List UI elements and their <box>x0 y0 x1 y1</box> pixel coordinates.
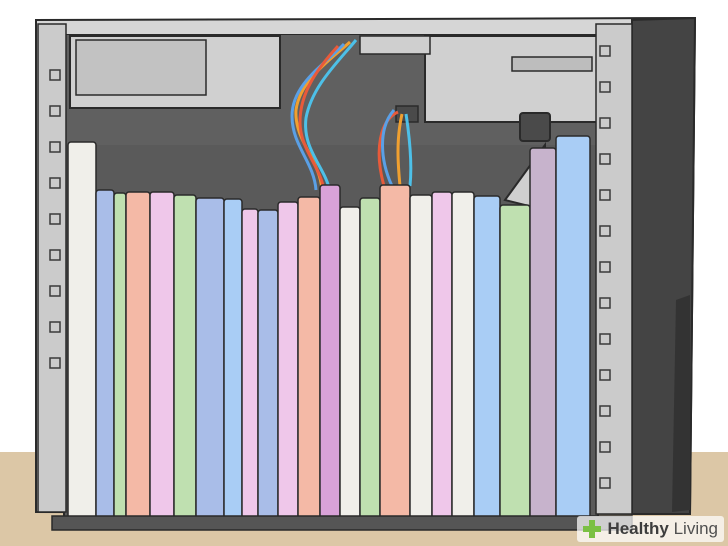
book-spine <box>195 197 225 519</box>
case-bottom-lip <box>51 515 633 531</box>
book-spine <box>125 191 151 519</box>
left-rail <box>37 23 67 513</box>
watermark-brand-light: Living <box>668 519 718 538</box>
book-spine <box>67 141 97 519</box>
book-spine <box>173 194 197 519</box>
book-spine <box>319 184 341 519</box>
book-spine <box>339 206 361 519</box>
power-supply-slot <box>511 56 593 72</box>
power-supply <box>424 35 598 123</box>
book-spine <box>277 201 299 519</box>
watermark-brand-bold: Healthy <box>607 519 669 538</box>
power-connector <box>519 112 551 142</box>
book-spine <box>499 204 531 519</box>
book-spine <box>473 195 501 519</box>
book-spine <box>241 208 259 519</box>
book-spine <box>555 135 591 519</box>
book-spine <box>223 198 243 519</box>
healthy-living-watermark: Healthy Living <box>577 516 724 542</box>
computer-case-illustration <box>0 0 728 546</box>
book-spine <box>95 189 115 519</box>
book-spine <box>297 196 321 519</box>
book-spine <box>529 147 557 519</box>
plus-cross-icon <box>583 520 602 538</box>
book-spine <box>149 191 175 519</box>
book-spine <box>113 192 127 519</box>
right-rail <box>595 23 633 515</box>
illustration-stage: Healthy Living <box>0 0 728 546</box>
book-spine <box>359 197 381 519</box>
book-spine <box>257 209 279 519</box>
header-bracket <box>359 35 431 55</box>
watermark-text: Healthy Living <box>607 519 718 539</box>
book-spine <box>431 191 453 519</box>
book-spine <box>451 191 475 519</box>
drive-bay-left-face <box>75 39 207 96</box>
book-spine <box>379 184 411 519</box>
book-spine <box>409 194 433 519</box>
